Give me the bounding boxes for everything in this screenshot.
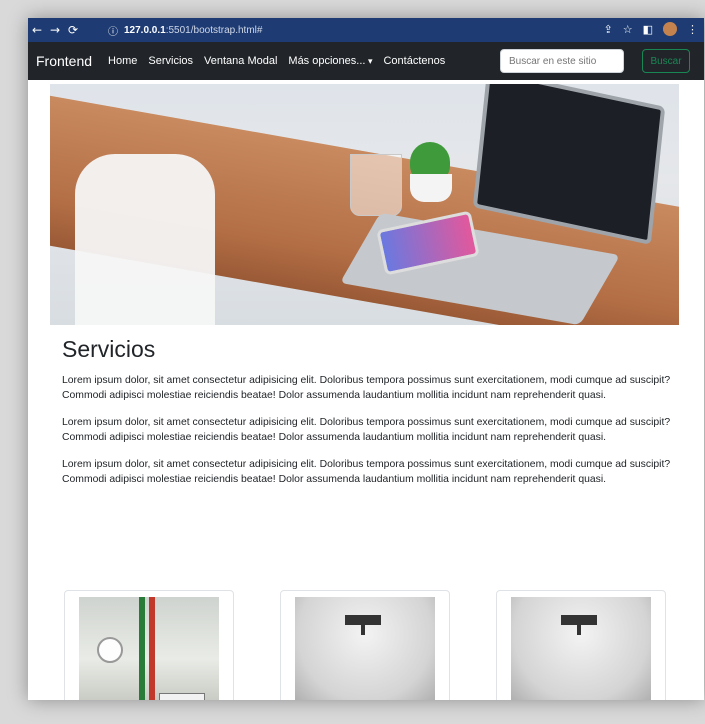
- flag-stripe-green: [139, 597, 145, 700]
- browser-toolbar: ← → ⟳ ⓘ 127.0.0.1:5501/bootstrap.html# ⇪…: [28, 18, 704, 42]
- sidepanel-icon[interactable]: ◧: [643, 23, 653, 36]
- navbar-brand[interactable]: Frontend: [36, 53, 92, 69]
- address-bar[interactable]: ⓘ 127.0.0.1:5501/bootstrap.html#: [108, 22, 558, 38]
- profile-avatar[interactable]: [663, 22, 677, 36]
- sign-stem: [577, 625, 581, 635]
- back-arrow-icon[interactable]: ←: [28, 23, 46, 37]
- nav-servicios[interactable]: Servicios: [148, 55, 193, 67]
- chair-shape: [75, 154, 215, 325]
- search-input[interactable]: [500, 49, 624, 73]
- bookmark-star-icon[interactable]: ☆: [623, 23, 633, 36]
- hero-image: [50, 84, 679, 325]
- pot-shape: [410, 174, 452, 202]
- glass-shape: [350, 154, 402, 216]
- flag-stripe-red: [149, 597, 155, 700]
- forward-arrow-icon[interactable]: →: [46, 23, 64, 37]
- reload-icon[interactable]: ⟳: [64, 23, 82, 37]
- url-path: :5501/bootstrap.html#: [165, 24, 263, 36]
- paragraph: Lorem ipsum dolor, sit amet consectetur …: [62, 375, 671, 401]
- wall-image: [511, 597, 651, 700]
- paragraph: Lorem ipsum dolor, sit amet consectetur …: [62, 459, 671, 485]
- search-button[interactable]: Buscar: [642, 49, 690, 73]
- license-plate: [159, 693, 205, 700]
- browser-window: ← → ⟳ ⓘ 127.0.0.1:5501/bootstrap.html# ⇪…: [28, 18, 704, 700]
- page-title: Servicios: [62, 336, 156, 362]
- sign-shape: [561, 615, 597, 625]
- nav-contactenos[interactable]: Contáctenos: [383, 55, 445, 67]
- wall-image: [295, 597, 435, 700]
- info-icon[interactable]: ⓘ: [108, 23, 118, 38]
- nav-home[interactable]: Home: [108, 55, 137, 67]
- services-section: Servicios Lorem ipsum dolor, sit amet co…: [62, 336, 674, 499]
- more-menu-icon[interactable]: ⋮: [687, 23, 698, 36]
- headlamp: [97, 637, 123, 663]
- sign-stem: [361, 625, 365, 635]
- card-wall-1[interactable]: [280, 590, 450, 700]
- card-car[interactable]: [64, 590, 234, 700]
- site-navbar: Frontend Home Servicios Ventana Modal Má…: [28, 42, 704, 80]
- sign-shape: [345, 615, 381, 625]
- share-icon[interactable]: ⇪: [604, 23, 613, 36]
- card-wall-2[interactable]: [496, 590, 666, 700]
- nav-mas-opciones-dropdown[interactable]: Más opciones...: [288, 55, 372, 67]
- url-host: 127.0.0.1: [124, 24, 166, 36]
- car-image: [79, 597, 219, 700]
- paragraph: Lorem ipsum dolor, sit amet consectetur …: [62, 417, 671, 443]
- nav-ventana-modal[interactable]: Ventana Modal: [204, 55, 277, 67]
